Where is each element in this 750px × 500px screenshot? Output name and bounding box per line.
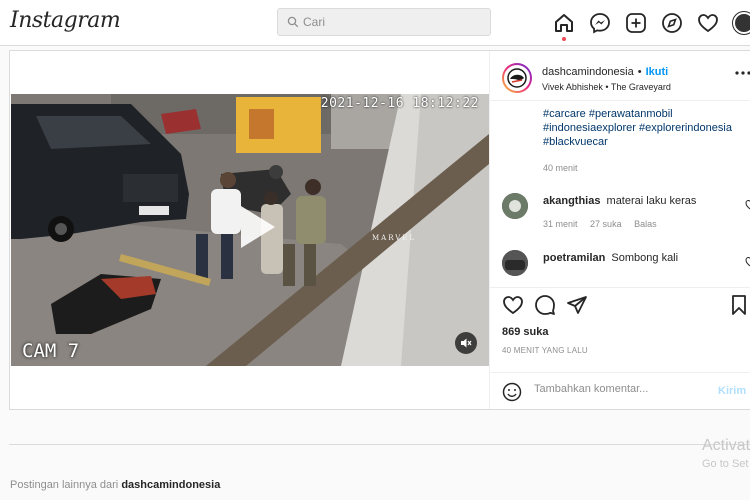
follow-button[interactable]: Ikuti bbox=[646, 66, 669, 78]
save-bookmark-icon[interactable] bbox=[728, 294, 750, 316]
comment-likes[interactable]: 27 suka bbox=[590, 219, 622, 229]
camera-label: CAM 7 bbox=[22, 340, 80, 362]
post-comment-button[interactable]: Kirim bbox=[718, 385, 746, 397]
brand-watermark: MARVEL bbox=[372, 234, 417, 242]
comment-meta: 31 menit 27 suka Balas bbox=[543, 219, 667, 229]
like-heart-icon[interactable] bbox=[502, 294, 524, 316]
home-icon[interactable] bbox=[553, 12, 575, 41]
audio-title[interactable]: The Graveyard bbox=[611, 82, 671, 92]
comment-like-heart-icon[interactable] bbox=[745, 256, 750, 268]
comment-like-heart-icon[interactable] bbox=[745, 199, 750, 211]
comment-time: 31 menit bbox=[543, 219, 578, 229]
author-avatar[interactable] bbox=[502, 63, 532, 93]
instagram-logo[interactable]: Instagram bbox=[10, 8, 121, 33]
messenger-icon[interactable] bbox=[589, 12, 611, 34]
activity-heart-icon[interactable] bbox=[697, 12, 719, 34]
caption-time: 40 menit bbox=[543, 163, 578, 173]
camera-timestamp: 2021-12-16 18:12:22 bbox=[320, 96, 479, 111]
nav-icons bbox=[553, 12, 750, 41]
author-line: dashcamindonesia • Ikuti bbox=[542, 66, 668, 78]
comment-bubble-icon[interactable] bbox=[534, 294, 556, 316]
speaker-muted-icon bbox=[461, 338, 472, 348]
search-icon bbox=[287, 16, 299, 28]
audio-artist[interactable]: Vivek Abhishek bbox=[542, 82, 603, 92]
post-actions: 869 suka 40 MENIT YANG LALU Kirim bbox=[490, 287, 750, 409]
video-player[interactable]: 2021-12-16 18:12:22 CAM 7 MARVEL bbox=[11, 94, 489, 366]
commenter-username[interactable]: poetramilan bbox=[543, 252, 605, 264]
more-posts-prefix: Postingan lainnya dari bbox=[10, 479, 119, 491]
share-paper-plane-icon[interactable] bbox=[566, 294, 588, 316]
action-buttons-row bbox=[502, 294, 750, 318]
post-card: 2021-12-16 18:12:22 CAM 7 MARVEL dashcam… bbox=[9, 50, 750, 410]
audio-line[interactable]: Vivek Abhishek • The Graveyard bbox=[542, 82, 671, 92]
more-posts-heading: Postingan lainnya dari dashcamindonesia bbox=[10, 479, 220, 491]
reply-button[interactable]: Balas bbox=[634, 219, 657, 229]
separator-dot: • bbox=[637, 66, 642, 78]
play-icon[interactable] bbox=[229, 202, 279, 252]
comment-item: poetramilan Sombong kali bbox=[502, 250, 750, 290]
explore-icon[interactable] bbox=[661, 12, 683, 34]
windows-activation-watermark: Activat bbox=[702, 437, 750, 454]
search-input[interactable] bbox=[303, 15, 473, 29]
commenter-avatar[interactable] bbox=[502, 250, 528, 276]
more-options-icon[interactable] bbox=[735, 71, 750, 75]
post-header: dashcamindonesia • Ikuti Vivek Abhishek • … bbox=[490, 51, 750, 101]
section-divider bbox=[9, 444, 750, 445]
commenter-username[interactable]: akangthias bbox=[543, 195, 600, 207]
likes-count[interactable]: 869 suka bbox=[502, 326, 548, 338]
post-side-panel: dashcamindonesia • Ikuti Vivek Abhishek • … bbox=[489, 51, 750, 409]
comments-list[interactable]: #carcare #perawatanmobil #indonesiaexplo… bbox=[490, 103, 750, 291]
mute-button[interactable] bbox=[455, 332, 477, 354]
helmet-logo-icon bbox=[507, 68, 527, 88]
more-posts-username[interactable]: dashcamindonesia bbox=[121, 479, 220, 491]
comment-input[interactable] bbox=[534, 383, 704, 395]
author-username[interactable]: dashcamindonesia bbox=[542, 66, 634, 78]
comment-body: Sombong kali bbox=[611, 252, 679, 264]
comment-body: materai laku keras bbox=[606, 195, 697, 207]
add-comment-bar: Kirim bbox=[490, 372, 750, 410]
commenter-avatar[interactable] bbox=[502, 193, 528, 219]
comment-text: akangthias materai laku keras bbox=[543, 195, 728, 207]
emoji-icon[interactable] bbox=[502, 382, 522, 402]
search-box[interactable] bbox=[277, 8, 491, 36]
notification-dot bbox=[562, 37, 566, 41]
posted-time: 40 MENIT YANG LALU bbox=[502, 346, 588, 355]
comment-text: poetramilan Sombong kali bbox=[543, 252, 728, 264]
new-post-icon[interactable] bbox=[625, 12, 647, 34]
comment-item: akangthias materai laku keras 31 menit 2… bbox=[502, 193, 750, 233]
windows-activation-subtext: Go to Set bbox=[702, 458, 749, 470]
caption-hashtags[interactable]: #carcare #perawatanmobil #indonesiaexplo… bbox=[543, 107, 748, 149]
post-media-area: 2021-12-16 18:12:22 CAM 7 MARVEL bbox=[10, 51, 489, 409]
top-navigation-bar: Instagram bbox=[0, 0, 750, 46]
profile-avatar-icon[interactable] bbox=[733, 12, 750, 34]
